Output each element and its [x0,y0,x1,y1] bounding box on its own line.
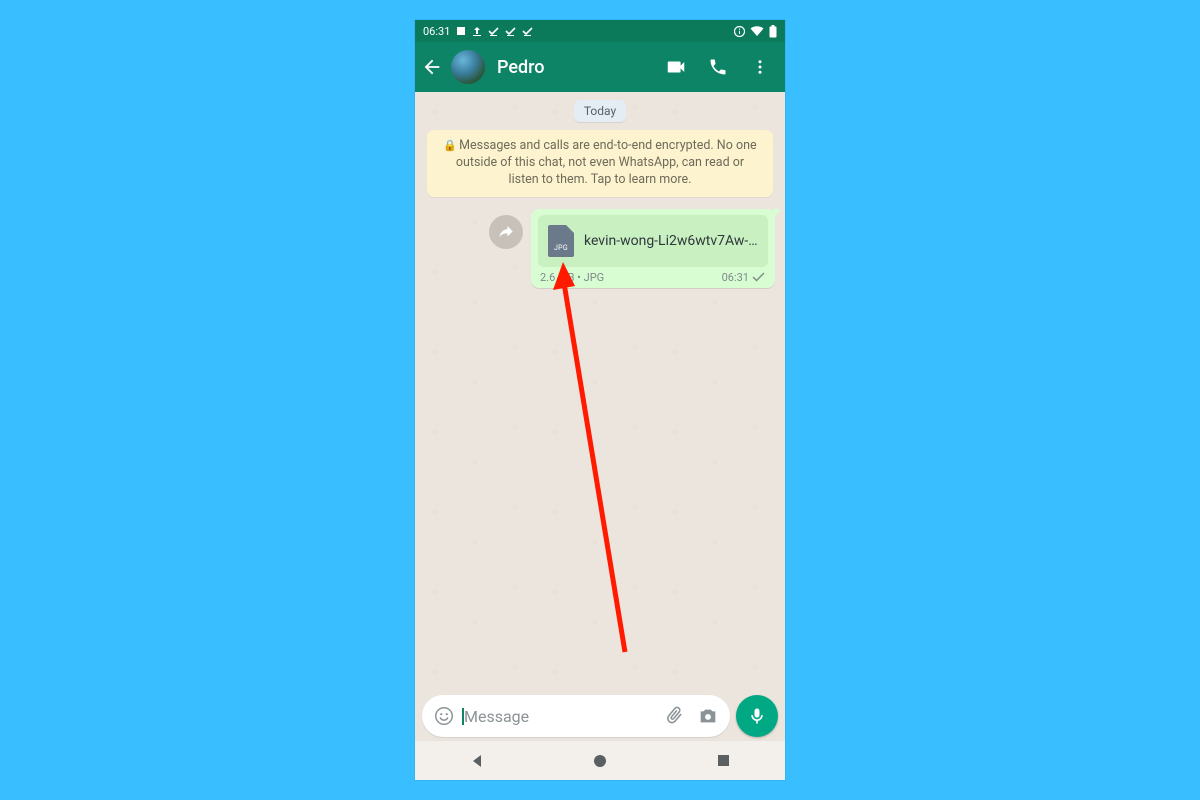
encryption-text: Messages and calls are end-to-end encryp… [456,138,757,187]
check-icon [488,26,499,36]
chat-area[interactable]: Today 🔒Messages and calls are end-to-end… [415,92,785,692]
emoji-button[interactable] [430,705,458,727]
status-icon [456,26,466,36]
nav-home-button[interactable] [570,753,630,769]
text-cursor [462,708,464,725]
contact-name[interactable]: Pedro [491,57,651,78]
back-button[interactable] [419,42,445,92]
battery-icon [769,25,777,38]
lock-icon: 🔒 [443,139,457,152]
status-bar: 06:31 [415,20,785,42]
file-name: kevin-wong-Li2w6wtv7Aw-… [584,233,758,249]
input-area: Message [415,692,785,740]
chat-header: Pedro [415,42,785,92]
attach-button[interactable] [660,705,688,727]
voice-message-button[interactable] [736,695,778,737]
file-type-icon: JPG [548,225,574,257]
encryption-notice[interactable]: 🔒Messages and calls are end-to-end encry… [427,130,773,197]
voice-call-button[interactable] [699,42,737,92]
status-time: 06:31 [423,25,450,38]
video-call-button[interactable] [657,42,695,92]
sent-check-icon [752,272,766,282]
check-icon [505,26,516,36]
info-icon [734,26,745,37]
message-input[interactable]: Message [464,707,654,726]
check-icon [522,26,533,36]
upload-icon [472,26,482,36]
message-input-box[interactable]: Message [422,695,730,737]
system-nav-bar [415,740,785,780]
message-row: JPG kevin-wong-Li2w6wtv7Aw-… 2.6 MB • JP… [425,209,775,288]
message-time: 06:31 [722,271,749,284]
file-meta: 2.6 MB • JPG [540,271,604,284]
more-options-button[interactable] [741,42,779,92]
phone-frame: 06:31 Pedro [415,20,785,780]
camera-button[interactable] [694,705,722,727]
file-attachment[interactable]: JPG kevin-wong-Li2w6wtv7Aw-… [538,215,768,267]
forward-button[interactable] [489,215,523,249]
nav-back-button[interactable] [447,753,507,769]
wifi-icon [750,26,764,37]
nav-recents-button[interactable] [693,753,753,768]
date-separator: Today [574,100,626,122]
contact-avatar[interactable] [451,50,485,84]
message-bubble[interactable]: JPG kevin-wong-Li2w6wtv7Aw-… 2.6 MB • JP… [531,209,775,288]
